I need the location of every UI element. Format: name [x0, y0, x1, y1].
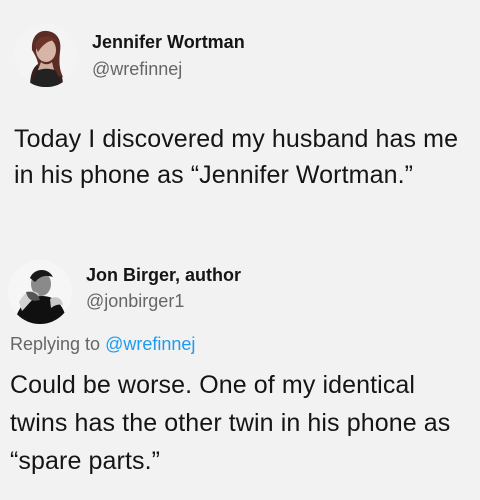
jennifer-wortman-handle[interactable]: @wrefinnej	[92, 58, 182, 80]
man-avatar-icon	[8, 260, 72, 324]
replying-to-label: Replying to	[10, 334, 101, 354]
replying-to-handle-link[interactable]: @wrefinnej	[105, 334, 195, 354]
woman-avatar-icon	[14, 23, 78, 87]
original-tweet-text: Today I discovered my husband has me in …	[14, 125, 459, 189]
reply-tweet-text: Could be worse. One of my identical twin…	[10, 371, 451, 475]
jon-birger-avatar[interactable]	[8, 260, 72, 324]
jon-birger-handle[interactable]: @jonbirger1	[86, 290, 184, 312]
original-tweet[interactable]: Jennifer Wortman @wrefinnej Today I disc…	[0, 0, 480, 250]
jennifer-wortman-name[interactable]: Jennifer Wortman	[92, 31, 245, 53]
reply-tweet[interactable]: Jon Birger, author @jonbirger1 Replying …	[0, 250, 480, 500]
replying-to-line: Replying to @wrefinnej	[10, 333, 195, 355]
jon-birger-name[interactable]: Jon Birger, author	[86, 264, 241, 286]
jennifer-wortman-avatar[interactable]	[14, 23, 78, 87]
